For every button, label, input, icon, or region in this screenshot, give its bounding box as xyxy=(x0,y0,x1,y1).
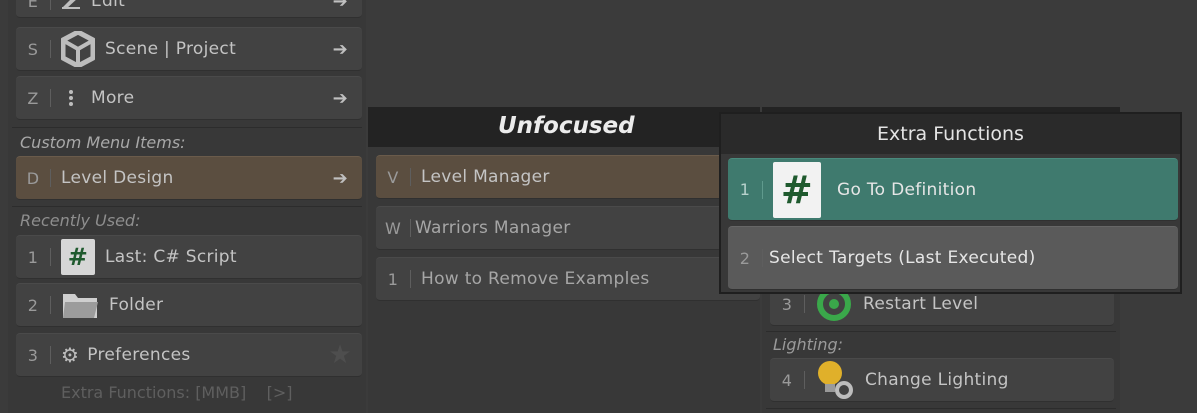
item-label: Edit xyxy=(91,0,126,11)
popup-title: Extra Functions xyxy=(877,123,1024,145)
more-vertical-icon xyxy=(61,89,81,107)
divider xyxy=(766,408,1116,409)
separator xyxy=(762,249,763,267)
custom-menu-header: Custom Menu Items: xyxy=(20,133,186,152)
extra-functions-hint: Extra Functions: [MMB] [>] xyxy=(61,383,293,402)
unity-logo-icon xyxy=(61,31,95,67)
separator xyxy=(410,168,411,186)
csharp-script-icon: # xyxy=(773,161,821,218)
arrow-right-icon: ➔ xyxy=(332,87,348,109)
lightbulb-gear-icon xyxy=(815,360,855,400)
separator xyxy=(50,89,51,107)
menu-item-change-lighting[interactable]: 4 Change Lighting xyxy=(770,358,1114,402)
gear-icon: ⚙ xyxy=(61,343,80,367)
item-label: Last: C# Script xyxy=(105,247,237,267)
menu-item-remove-examples[interactable]: 1 How to Remove Examples xyxy=(376,257,760,301)
left-menu: E Edit ➔ S Scene | Project ➔ Z More ➔ Cu… xyxy=(8,0,366,413)
item-label: Go To Definition xyxy=(837,179,977,200)
arrow-right-icon: ➔ xyxy=(332,0,348,12)
middle-menu: Unfocused V Level Manager W Warriors Man… xyxy=(368,107,760,413)
separator xyxy=(410,270,411,288)
key-label: S xyxy=(27,39,39,59)
key-label: 1 xyxy=(739,180,751,199)
divider xyxy=(12,127,362,128)
arrow-right-icon: ➔ xyxy=(332,38,348,60)
separator xyxy=(50,40,51,58)
separator xyxy=(50,0,51,10)
separator xyxy=(50,169,51,187)
separator xyxy=(50,296,51,314)
menu-item-edit[interactable]: E Edit ➔ xyxy=(16,0,362,18)
recent-item-folder[interactable]: 2 Folder xyxy=(16,283,362,327)
separator xyxy=(804,295,805,313)
key-label: 3 xyxy=(27,345,39,365)
item-label: Warriors Manager xyxy=(415,218,571,238)
recent-item-csharp-script[interactable]: 1 # Last: C# Script xyxy=(16,235,362,279)
menu-item-warriors-manager[interactable]: W Warriors Manager xyxy=(376,206,760,250)
recent-item-preferences[interactable]: 3 ⚙ Preferences ★ xyxy=(16,333,362,377)
item-label: Preferences xyxy=(87,345,191,365)
key-label: 2 xyxy=(27,295,39,315)
key-label: W xyxy=(384,218,402,238)
separator xyxy=(50,248,51,266)
item-label: More xyxy=(91,88,135,108)
item-label: Select Targets (Last Executed) xyxy=(769,248,1036,268)
separator xyxy=(50,346,51,364)
menu-item-level-manager[interactable]: V Level Manager xyxy=(376,155,760,199)
item-label: Level Manager xyxy=(421,167,550,187)
key-label: E xyxy=(27,0,39,11)
separator xyxy=(410,219,411,237)
popup-item-select-targets[interactable]: 2 Select Targets (Last Executed) xyxy=(728,226,1178,290)
menu-item-more[interactable]: Z More ➔ xyxy=(16,76,362,120)
extra-functions-popup: Extra Functions 1 # Go To Definition 2 S… xyxy=(719,112,1182,294)
separator xyxy=(804,371,805,389)
divider xyxy=(12,206,362,207)
lighting-header: Lighting: xyxy=(773,335,844,354)
arrow-right-icon: ➔ xyxy=(332,167,348,189)
middle-menu-title: Unfocused xyxy=(498,113,635,139)
key-label: D xyxy=(26,168,40,188)
item-label: Change Lighting xyxy=(865,370,1009,390)
recently-used-header: Recently Used: xyxy=(20,211,141,230)
key-label: V xyxy=(387,167,399,187)
item-label: Folder xyxy=(109,295,164,315)
divider xyxy=(766,331,1116,332)
key-label: 4 xyxy=(781,370,793,390)
menu-item-level-design[interactable]: D Level Design ➔ xyxy=(16,156,362,200)
item-label: Restart Level xyxy=(863,294,979,314)
item-label: How to Remove Examples xyxy=(421,269,650,289)
csharp-script-icon: # xyxy=(61,239,95,275)
folder-icon xyxy=(61,290,99,320)
key-label: 1 xyxy=(27,247,39,267)
key-label: 1 xyxy=(387,269,399,289)
key-label: Z xyxy=(27,88,39,108)
pencil-icon xyxy=(61,0,81,9)
popup-item-go-to-definition[interactable]: 1 # Go To Definition xyxy=(728,158,1178,221)
key-label: 2 xyxy=(739,248,751,268)
key-label: 3 xyxy=(781,294,793,314)
item-label: Scene | Project xyxy=(105,39,237,59)
menu-item-scene-project[interactable]: S Scene | Project ➔ xyxy=(16,27,362,71)
item-label: Level Design xyxy=(61,168,174,188)
separator xyxy=(762,180,763,199)
star-icon[interactable]: ★ xyxy=(328,340,352,370)
